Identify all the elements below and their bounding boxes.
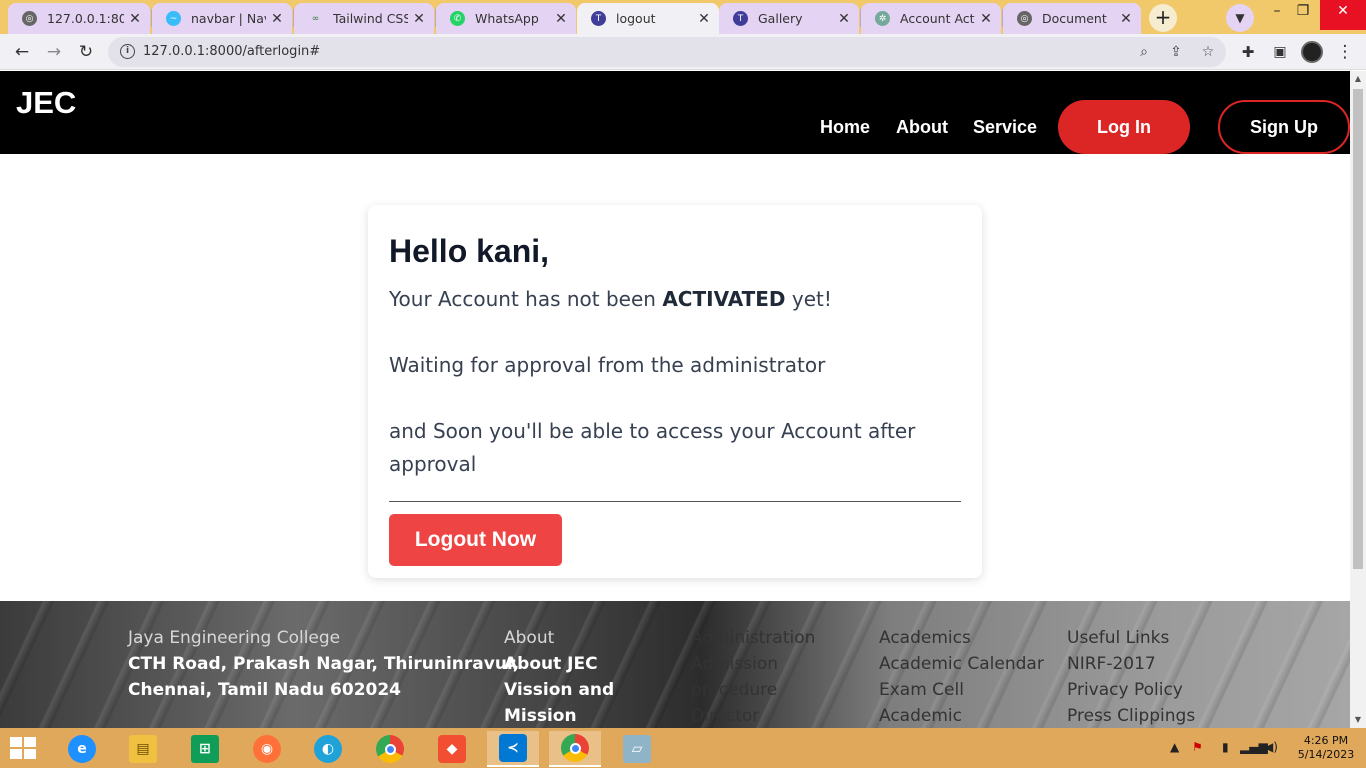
- nav-link-about[interactable]: About: [896, 117, 948, 138]
- brand-logo[interactable]: JEC: [16, 85, 76, 121]
- system-clock[interactable]: 4:26 PM 5/14/2023: [1290, 734, 1362, 762]
- footer-link[interactable]: Vission and: [504, 677, 614, 703]
- login-button[interactable]: Log In: [1058, 100, 1190, 154]
- firefox-icon[interactable]: ◉: [241, 731, 293, 767]
- tab-logout[interactable]: T logout ✕: [577, 3, 719, 34]
- flag-icon[interactable]: ⚑: [1192, 740, 1203, 754]
- globe-icon: ◎: [22, 11, 37, 26]
- footer-academics-column: Academics Academic Calendar Exam Cell Ac…: [879, 625, 1044, 728]
- activation-card: Hello kani, Your Account has not been AC…: [368, 205, 982, 578]
- site-icon: T: [591, 11, 606, 26]
- zoom-icon[interactable]: ⌕: [1134, 42, 1154, 62]
- back-arrow-icon[interactable]: ←: [10, 40, 34, 64]
- chevron-down-icon[interactable]: ▼: [1226, 4, 1254, 32]
- profile-avatar[interactable]: [1301, 41, 1323, 63]
- tab-whatsapp[interactable]: ✆ WhatsApp ✕: [436, 3, 576, 34]
- tailwind-icon: ~: [166, 11, 181, 26]
- soon-message: and Soon you'll be able to access your A…: [389, 419, 916, 476]
- new-tab-button[interactable]: +: [1149, 4, 1177, 32]
- close-icon[interactable]: ✕: [550, 11, 572, 27]
- globe-icon: ◎: [1017, 11, 1032, 26]
- page-viewport: JEC Home About Service Log In Sign Up He…: [0, 71, 1350, 728]
- tab-gallery[interactable]: T Gallery ✕: [719, 3, 859, 34]
- scrollbar-thumb[interactable]: [1353, 89, 1363, 569]
- store-icon[interactable]: ⊞: [179, 731, 231, 767]
- site-footer: Jaya Engineering College CTH Road, Praka…: [0, 601, 1350, 728]
- reload-icon[interactable]: ↻: [74, 40, 98, 64]
- footer-link[interactable]: Exam Cell: [879, 677, 1044, 703]
- menu-kebab-icon[interactable]: ⋮: [1333, 40, 1357, 64]
- browser-tab-bar: ◎ 127.0.0.1:8000 ✕ ~ navbar | Navig ✕ ∞ …: [0, 0, 1366, 34]
- footer-link[interactable]: procedure: [691, 677, 815, 703]
- browser-toolbar: ← → ↻ i 127.0.0.1:8000/afterlogin# ⌕ ⇪ ☆…: [0, 34, 1366, 70]
- notes-icon[interactable]: ▱: [611, 731, 663, 767]
- site-navbar: JEC Home About Service Log In Sign Up: [0, 71, 1350, 154]
- windows-taskbar: e ▤ ⊞ ◉ ◐ ◆ ≺ ▱ ▲ ⚑ ▮ ▂▄▆ ◀) 4:26 PM 5/1…: [0, 728, 1366, 768]
- openai-icon: ✲: [875, 11, 890, 26]
- chrome-icon[interactable]: [364, 731, 416, 767]
- site-icon: T: [733, 11, 748, 26]
- scroll-up-icon[interactable]: ▲: [1350, 71, 1366, 87]
- forward-arrow-icon[interactable]: →: [42, 40, 66, 64]
- window-close-icon[interactable]: ✕: [1320, 0, 1366, 30]
- vscode-icon[interactable]: ≺: [487, 731, 539, 767]
- logout-now-button[interactable]: Logout Now: [389, 514, 562, 566]
- scroll-down-icon[interactable]: ▼: [1350, 712, 1366, 728]
- share-icon[interactable]: ⇪: [1166, 42, 1186, 62]
- info-icon[interactable]: i: [120, 44, 135, 59]
- close-icon[interactable]: ✕: [975, 11, 997, 27]
- tab-tailwind-css[interactable]: ∞ Tailwind CSS - ✕: [294, 3, 434, 34]
- internet-explorer-icon[interactable]: e: [56, 731, 108, 767]
- footer-link[interactable]: NIRF-2017: [1067, 651, 1195, 677]
- git-icon[interactable]: ◆: [426, 731, 478, 767]
- waiting-message: Waiting for approval from the administra…: [389, 353, 826, 377]
- url-text[interactable]: 127.0.0.1:8000/afterlogin#: [143, 44, 320, 59]
- page-scrollbar[interactable]: ▲ ▼: [1350, 71, 1366, 728]
- file-explorer-icon[interactable]: ▤: [117, 731, 169, 767]
- footer-link[interactable]: Admission: [691, 651, 815, 677]
- footer-useful-links-column: Useful Links NIRF-2017 Privacy Policy Pr…: [1067, 625, 1195, 728]
- nav-link-service[interactable]: Service: [973, 117, 1037, 138]
- footer-link[interactable]: Press Clippings: [1067, 703, 1195, 728]
- close-icon[interactable]: ✕: [408, 11, 430, 27]
- close-icon[interactable]: ✕: [1115, 11, 1137, 27]
- divider: [389, 501, 961, 502]
- tab-navbar[interactable]: ~ navbar | Navig ✕: [152, 3, 292, 34]
- address-bar[interactable]: i 127.0.0.1:8000/afterlogin# ⌕ ⇪ ☆: [108, 37, 1226, 67]
- greeting-heading: Hello kani,: [389, 233, 550, 269]
- battery-icon[interactable]: ▮: [1222, 740, 1229, 754]
- footer-link[interactable]: About JEC: [504, 651, 614, 677]
- extensions-puzzle-icon[interactable]: ✚: [1236, 40, 1260, 64]
- edge-icon[interactable]: ◐: [302, 731, 354, 767]
- tab-document[interactable]: ◎ Document ✕: [1003, 3, 1141, 34]
- side-panel-icon[interactable]: ▣: [1268, 40, 1292, 64]
- windows-start-icon[interactable]: [10, 737, 38, 761]
- not-activated-message: Your Account has not been ACTIVATED yet!: [389, 287, 832, 311]
- footer-college-column: Jaya Engineering College CTH Road, Praka…: [128, 628, 520, 700]
- footer-link[interactable]: Mission: [504, 703, 614, 728]
- bookmark-star-icon[interactable]: ☆: [1198, 42, 1218, 62]
- close-icon[interactable]: ✕: [124, 11, 146, 27]
- volume-icon[interactable]: ◀): [1264, 740, 1278, 754]
- whatsapp-icon: ✆: [450, 11, 465, 26]
- footer-about-column: About About JEC Vission and Mission: [504, 625, 614, 728]
- show-hidden-icons-icon[interactable]: ▲: [1170, 740, 1179, 754]
- footer-link[interactable]: Academic Calendar: [879, 651, 1044, 677]
- signup-button[interactable]: Sign Up: [1218, 100, 1350, 154]
- close-icon[interactable]: ✕: [833, 11, 855, 27]
- tab-127-0-0-1[interactable]: ◎ 127.0.0.1:8000 ✕: [8, 3, 150, 34]
- chrome-profile-icon[interactable]: [549, 731, 601, 767]
- close-icon[interactable]: ✕: [266, 11, 288, 27]
- footer-link[interactable]: Academic: [879, 703, 1044, 728]
- close-icon[interactable]: ✕: [693, 11, 715, 27]
- tab-account-activ[interactable]: ✲ Account Activ ✕: [861, 3, 1001, 34]
- restore-icon[interactable]: ❐: [1281, 0, 1325, 30]
- footer-link[interactable]: Privacy Policy: [1067, 677, 1195, 703]
- nav-link-home[interactable]: Home: [820, 117, 870, 138]
- footer-administration-column: Administration Admission procedure Direc…: [691, 625, 815, 728]
- tailwind-css-icon: ∞: [308, 11, 323, 26]
- footer-link[interactable]: Director: [691, 703, 815, 728]
